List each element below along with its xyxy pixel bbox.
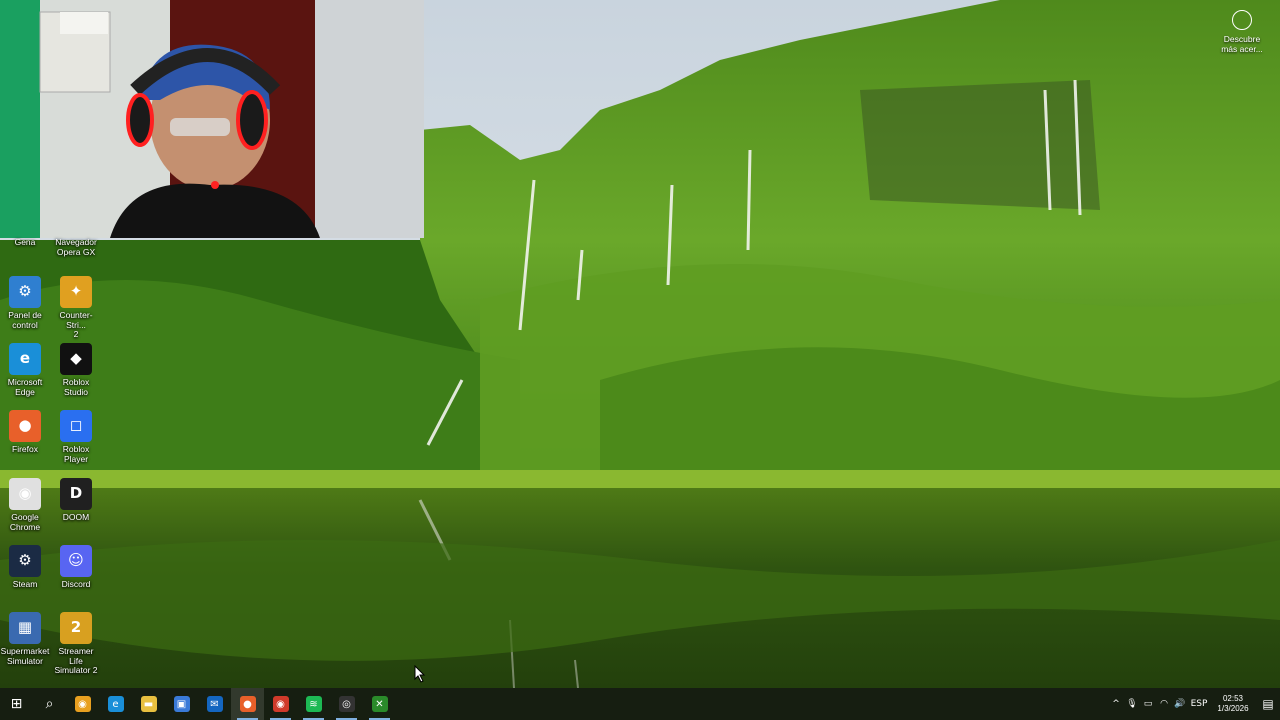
- volume-icon[interactable]: 🔊: [1172, 699, 1188, 709]
- chrome-icon: ◉: [9, 478, 41, 510]
- edge-icon: e: [107, 696, 124, 712]
- desktop-icon-steam[interactable]: ⚙ Steam: [0, 545, 50, 590]
- roblox-player-icon: ◻: [60, 410, 92, 442]
- taskbar-button-search[interactable]: ⌕: [33, 688, 66, 720]
- desktop-icon-panel-control[interactable]: ⚙ Panel de control: [0, 276, 50, 330]
- desktop-icon-discord[interactable]: ☺ Discord: [51, 545, 101, 590]
- taskbar-button-xbox[interactable]: ✕: [363, 688, 396, 720]
- desktop-icon-supermarket[interactable]: ▦ Supermarket Simulator: [0, 612, 50, 666]
- search-icon: ⌕: [45, 696, 54, 712]
- counter-strike-icon: ✦: [60, 276, 92, 308]
- taskbar-app-list: ⊞ ⌕ ◉ e ▬ ▣ ✉ ● ◉ ≋ ◎ ✕: [0, 688, 396, 720]
- firefox-icon: ●: [9, 410, 41, 442]
- desktop-icon-label: Roblox Player: [62, 444, 90, 464]
- taskbar: ⊞ ⌕ ◉ e ▬ ▣ ✉ ● ◉ ≋ ◎ ✕ ^ 🎙 ▭ ◠ 🔊 ESP 02:53 1/3/202…: [0, 688, 1280, 720]
- system-tray: ^ 🎙 ▭ ◠ 🔊 ESP 02:53 1/3/2026 ▤: [1108, 688, 1280, 720]
- desktop-icon-counter-strike[interactable]: ✦ Counter-Stri... 2: [51, 276, 101, 340]
- discover-icon: [1232, 10, 1252, 30]
- taskbar-button-chrome-dev[interactable]: ◉: [66, 688, 99, 720]
- desktop-icon-label: Navegador Opera GX: [55, 237, 97, 257]
- desktop-icon-label: DOOM: [62, 512, 90, 522]
- microphone-icon[interactable]: 🎙: [1124, 699, 1140, 709]
- discord-icon: ☺: [60, 545, 92, 577]
- desktop-icon-gena[interactable]: Gena: [0, 237, 50, 248]
- clock-time: 02:53: [1222, 694, 1244, 703]
- doom-icon: D: [60, 478, 92, 510]
- desktop-icon-label: Counter-Stri... 2: [59, 310, 93, 339]
- desktop-icon-label: Supermarket Simulator: [0, 646, 50, 666]
- firefox-icon: ●: [239, 696, 256, 712]
- steam-icon: ⚙: [9, 545, 41, 577]
- taskbar-button-obs[interactable]: ◎: [330, 688, 363, 720]
- desktop-icon-label: Discord: [61, 579, 91, 589]
- desktop-icon-label: Panel de control: [8, 310, 42, 330]
- edge-icon: e: [9, 343, 41, 375]
- desktop-icon-chrome[interactable]: ◉ Google Chrome: [0, 478, 50, 532]
- desktop-icon-label: Microsoft Edge: [7, 377, 43, 397]
- taskbar-clock[interactable]: 02:53 1/3/2026: [1210, 694, 1256, 714]
- folder-icon: ▬: [140, 696, 157, 712]
- wifi-icon[interactable]: ◠: [1156, 699, 1172, 709]
- desktop-icon-edge[interactable]: e Microsoft Edge: [0, 343, 50, 397]
- desktop-icon-label: Gena: [14, 237, 36, 247]
- spotify-icon: ≋: [305, 696, 322, 712]
- desktop-icon-label: Roblox Studio: [62, 377, 90, 397]
- chrome-icon: ◉: [74, 696, 91, 712]
- desktop-icon-roblox-player[interactable]: ◻ Roblox Player: [51, 410, 101, 464]
- desktop-icon-doom[interactable]: D DOOM: [51, 478, 101, 523]
- desktop-icon-label: Streamer Life Simulator 2: [54, 646, 98, 675]
- desktop-icon-opera-gx[interactable]: ONavegador Opera GX: [51, 237, 101, 257]
- desktop-icon-streamer-life[interactable]: 2 Streamer Life Simulator 2: [51, 612, 101, 676]
- taskbar-button-outlook[interactable]: ✉: [198, 688, 231, 720]
- taskbar-button-chrome[interactable]: ◉: [264, 688, 297, 720]
- taskbar-button-start[interactable]: ⊞: [0, 688, 33, 720]
- supermarket-icon: ▦: [9, 612, 41, 644]
- desktop-icon-firefox[interactable]: ● Firefox: [0, 410, 50, 455]
- desktop-icon-roblox-studio[interactable]: ◆ Roblox Studio: [51, 343, 101, 397]
- windows-start-icon: ⊞: [10, 696, 23, 712]
- language-indicator[interactable]: ESP: [1188, 699, 1210, 709]
- tray-overflow-chevron-icon[interactable]: ^: [1108, 699, 1124, 709]
- desktop-icon-label: Steam: [12, 579, 38, 589]
- store-icon: ▣: [173, 696, 190, 712]
- chrome-icon: ◉: [272, 696, 289, 712]
- desktop-icon-label: Google Chrome: [9, 512, 41, 532]
- panel-control-icon: ⚙: [9, 276, 41, 308]
- taskbar-button-explorer[interactable]: ▬: [132, 688, 165, 720]
- taskbar-button-store[interactable]: ▣: [165, 688, 198, 720]
- taskbar-button-firefox[interactable]: ●: [231, 688, 264, 720]
- notification-center-icon[interactable]: ▤: [1256, 697, 1280, 711]
- clock-date: 1/3/2026: [1217, 704, 1249, 713]
- webcam-overlay: [0, 0, 424, 238]
- xbox-icon: ✕: [371, 696, 388, 712]
- desktop-icon-label: Firefox: [12, 444, 38, 454]
- discover-label: Descubre más acer...: [1221, 34, 1263, 54]
- streamer-life-icon: 2: [60, 612, 92, 644]
- taskbar-button-spotify[interactable]: ≋: [297, 688, 330, 720]
- roblox-studio-icon: ◆: [60, 343, 92, 375]
- taskbar-button-edge[interactable]: e: [99, 688, 132, 720]
- mail-icon: ✉: [206, 696, 223, 712]
- discover-widget[interactable]: Descubre más acer...: [1214, 10, 1270, 54]
- obs-icon: ◎: [338, 696, 355, 712]
- network-icon[interactable]: ▭: [1140, 699, 1156, 709]
